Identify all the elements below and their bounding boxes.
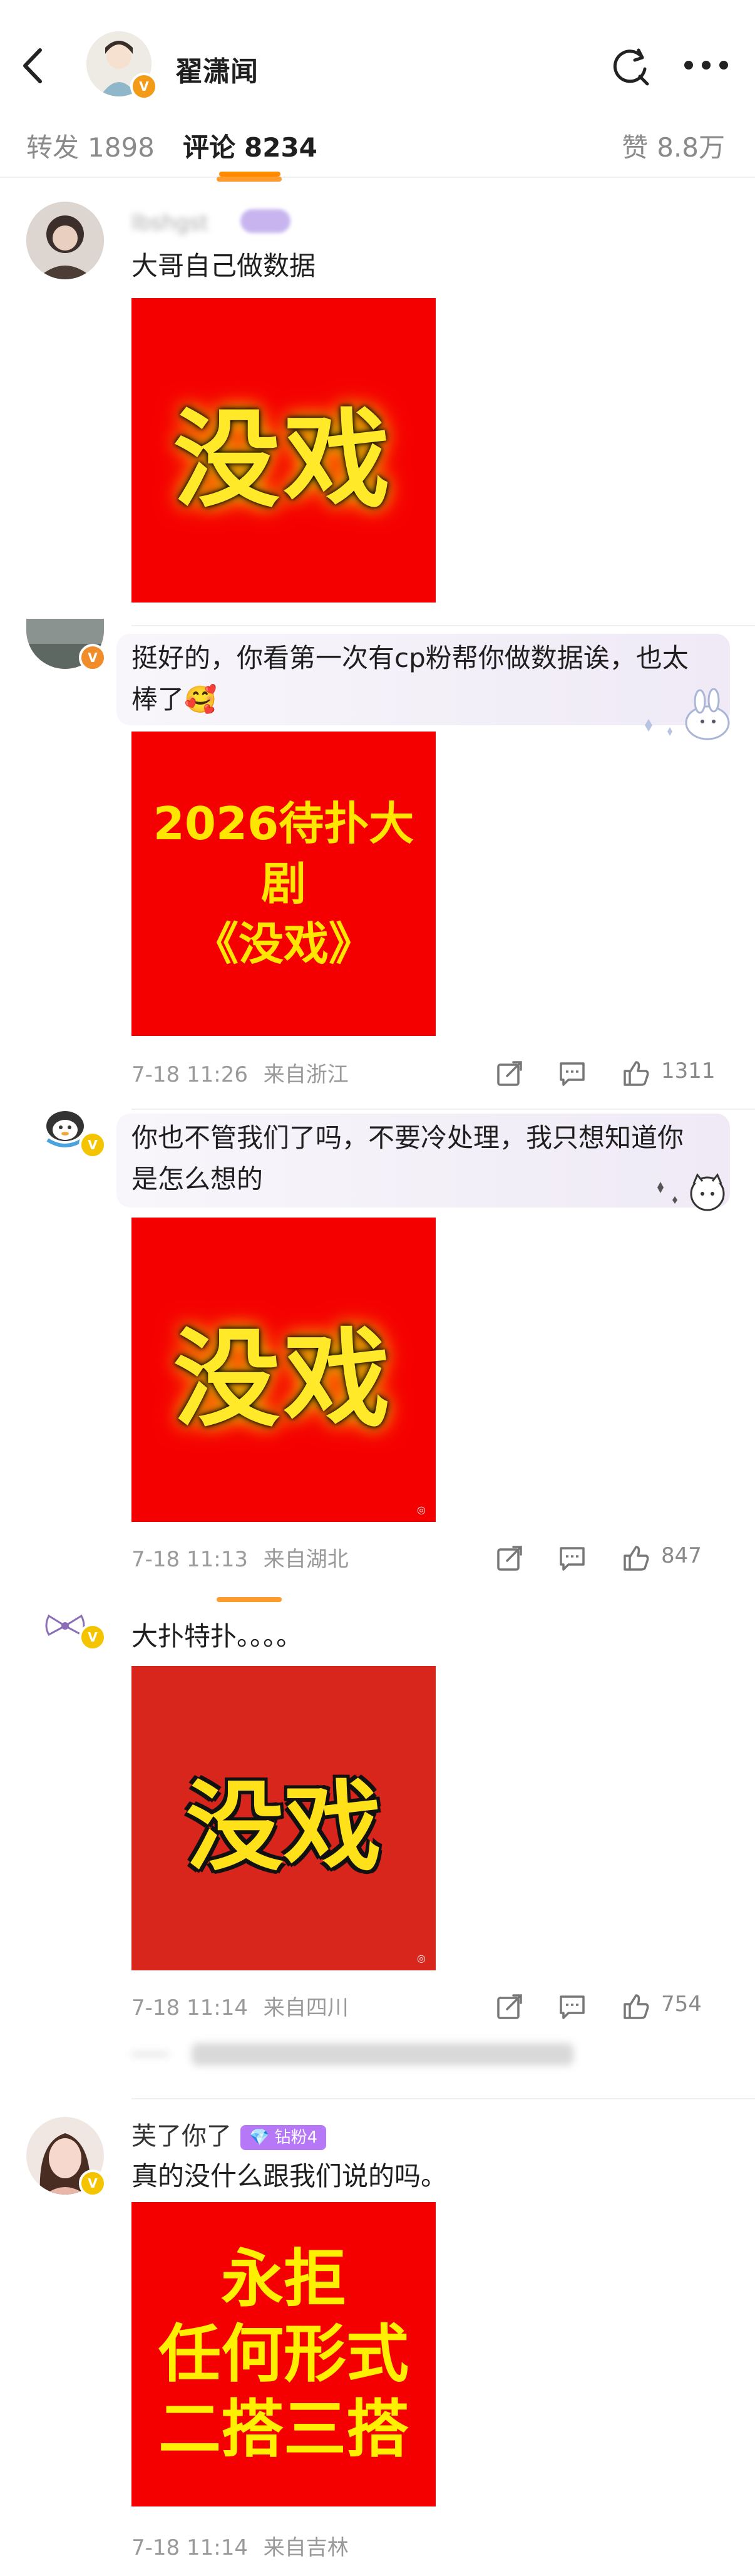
image-caption: 没戏 bbox=[173, 1318, 394, 1442]
scroll-marker bbox=[217, 177, 282, 182]
image-caption-line-3: 二搭三搭 bbox=[158, 2392, 409, 2466]
comment-text: 大哥自己做数据 bbox=[131, 251, 316, 281]
image-caption-line-2: 《没戏》 bbox=[193, 918, 374, 970]
share-icon[interactable] bbox=[495, 1543, 525, 1573]
comment-actions: 1311 bbox=[495, 1055, 726, 1090]
divider bbox=[131, 2098, 755, 2099]
comment-time: 7-18 11:14 bbox=[131, 2535, 248, 2560]
blurred-badge bbox=[240, 209, 290, 233]
tab-comment-label: 评论 bbox=[183, 132, 236, 163]
comment-text: 挺好的，你看第一次有cp粉帮你做数据诶，也太棒了🥰 bbox=[131, 643, 689, 715]
blurred-username: lbshgst bbox=[131, 210, 208, 235]
image-caption: 没戏 bbox=[173, 398, 394, 522]
scroll-marker bbox=[217, 1597, 282, 1602]
avatar[interactable] bbox=[26, 202, 104, 279]
comment-icon[interactable] bbox=[557, 1543, 587, 1573]
comment-meta: 7-18 11:14 来自四川 bbox=[131, 1990, 349, 2021]
like-count: 8.8万 bbox=[657, 132, 725, 163]
comment-item: V 挺好的，你看第一次有cp粉帮你做数据诶，也太棒了🥰 2026待扑大剧 《没戏… bbox=[0, 619, 755, 1109]
divider bbox=[131, 1109, 755, 1110]
comment-text: 大扑特扑。。。。 bbox=[131, 1621, 303, 1652]
tab-repost[interactable]: 转发 1898 bbox=[26, 127, 155, 165]
verified-badge-icon: V bbox=[79, 1131, 106, 1159]
image-watermark: ◎ bbox=[417, 1952, 426, 1964]
tab-like-label: 赞 bbox=[622, 132, 649, 163]
comment-actions: 847 bbox=[495, 1539, 726, 1575]
comment-image[interactable]: 永拒 任何形式 二搭三搭 bbox=[131, 2202, 436, 2506]
avatar-photo-icon bbox=[26, 202, 104, 279]
account-name[interactable]: 翟潇闻 bbox=[175, 49, 258, 89]
author-name[interactable]: 芙了你了 bbox=[131, 2122, 232, 2151]
comment-icon[interactable] bbox=[557, 1058, 587, 1089]
comment-text: 真的没什么跟我们说的吗。 bbox=[131, 2161, 448, 2191]
verified-badge-icon: V bbox=[79, 1623, 106, 1651]
share-icon[interactable] bbox=[495, 1058, 525, 1089]
image-caption: 没戏 bbox=[186, 1770, 381, 1884]
active-tab-indicator bbox=[219, 172, 280, 177]
comment-icon[interactable] bbox=[557, 1992, 587, 2022]
tab-comment[interactable]: 评论 8234 bbox=[183, 127, 317, 165]
comment-item: V 大扑特扑。。。。 没戏 ◎ 7-18 11:14 来自四川 754 bbox=[0, 1597, 755, 2098]
comment-meta: 7-18 11:13 来自湖北 bbox=[131, 1542, 349, 1573]
like-count: 754 bbox=[661, 1992, 702, 2017]
comment-time: 7-18 11:14 bbox=[131, 1995, 248, 2020]
like-count: 847 bbox=[661, 1543, 702, 1568]
thumbs-up-icon[interactable] bbox=[621, 1992, 651, 2022]
verified-badge-icon: V bbox=[79, 644, 106, 671]
comment-actions: 754 bbox=[495, 1988, 726, 2023]
back-arrow-icon[interactable] bbox=[18, 44, 49, 88]
verified-badge-icon: V bbox=[79, 2170, 106, 2197]
comment-location: 来自浙江 bbox=[263, 1062, 349, 1087]
comment-image[interactable]: 没戏 bbox=[131, 298, 436, 603]
comment-time: 7-18 11:13 bbox=[131, 1547, 248, 1572]
comment-item: lbshgst 大哥自己做数据 没戏 bbox=[0, 177, 755, 625]
comment-image[interactable]: 没戏 ◎ bbox=[131, 1666, 436, 1970]
thumbs-up-icon[interactable] bbox=[621, 1058, 651, 1089]
image-caption-line-1: 2026待扑大剧 bbox=[153, 797, 414, 910]
comment-text: 你也不管我们了吗，不要冷处理，我只想知道你是怎么想的 bbox=[131, 1122, 684, 1194]
image-caption-line-1: 永拒 bbox=[221, 2242, 346, 2315]
repost-count: 1898 bbox=[88, 132, 155, 163]
post-tabs: 转发 1898 评论 8234 赞 8.8万 bbox=[0, 108, 755, 178]
fan-level-badge: 💎 钻粉4 bbox=[240, 2125, 327, 2150]
comment-location: 来自吉林 bbox=[263, 2535, 349, 2560]
tab-like[interactable]: 赞 8.8万 bbox=[622, 127, 725, 165]
fan-level-label: 钻粉4 bbox=[274, 2128, 318, 2147]
image-caption-line-2: 任何形式 bbox=[158, 2317, 409, 2391]
comment-image[interactable]: 没戏 ◎ bbox=[131, 1218, 436, 1522]
comment-item: V 你也不管我们了吗，不要冷处理，我只想知道你是怎么想的 没戏 ◎ 7-18 1… bbox=[0, 1107, 755, 1597]
comment-time: 7-18 11:26 bbox=[131, 1062, 248, 1087]
comment-location: 来自湖北 bbox=[263, 1547, 349, 1572]
divider bbox=[131, 625, 755, 626]
image-watermark: ◎ bbox=[417, 1504, 426, 1516]
comment-item: V 芙了你了 💎 钻粉4 真的没什么跟我们说的吗。 永拒 任何形式 二搭三搭 7-… bbox=[0, 2098, 755, 2576]
verified-badge-icon: V bbox=[130, 73, 158, 100]
tab-repost-label: 转发 bbox=[26, 132, 80, 163]
blurred-reply-preview[interactable] bbox=[131, 2038, 595, 2071]
thumbs-up-icon[interactable] bbox=[621, 1543, 651, 1573]
share-icon[interactable] bbox=[495, 1992, 525, 2022]
comment-meta: 7-18 11:26 来自浙江 bbox=[131, 1057, 349, 1088]
refresh-search-icon[interactable] bbox=[609, 44, 652, 88]
more-options-icon[interactable] bbox=[682, 59, 730, 71]
comment-count: 8234 bbox=[244, 132, 317, 163]
top-bar: V 翟潇闻 bbox=[0, 0, 755, 106]
comment-meta: 7-18 11:14 来自吉林 bbox=[131, 2530, 349, 2561]
comment-image[interactable]: 2026待扑大剧 《没戏》 bbox=[131, 732, 436, 1036]
comment-location: 来自四川 bbox=[263, 1995, 349, 2020]
like-count: 1311 bbox=[661, 1058, 716, 1084]
comment-author[interactable]: 芙了你了 💎 钻粉4 bbox=[131, 2116, 327, 2152]
